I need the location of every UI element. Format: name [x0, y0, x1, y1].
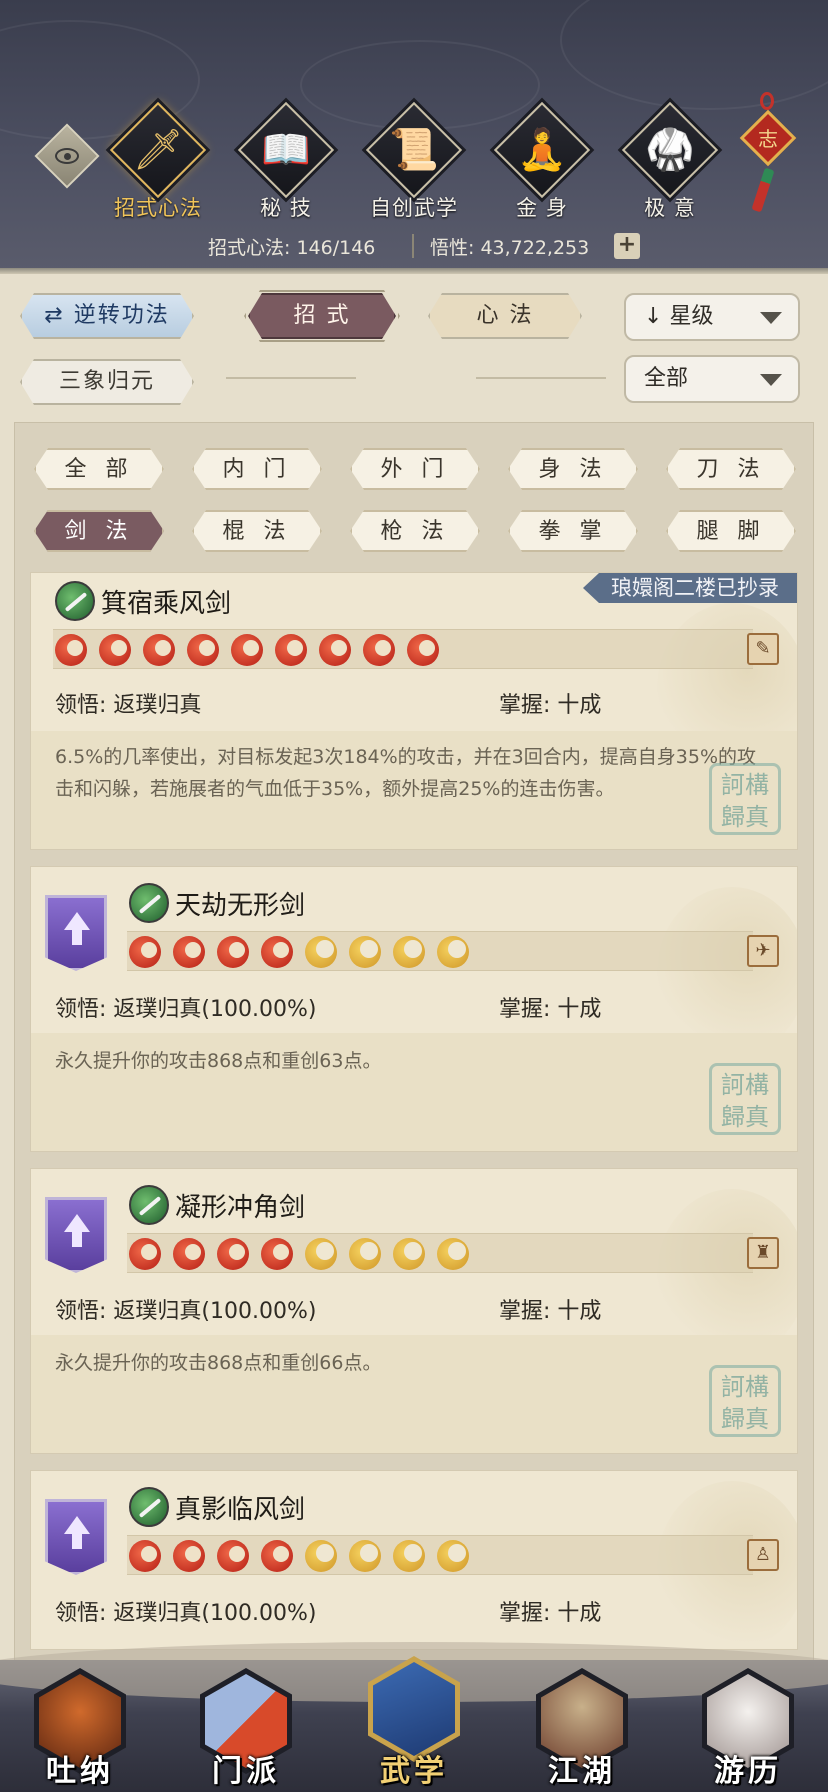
insight-level: 领悟: 返璞归真(100.00%)	[55, 1601, 317, 1626]
mastery-level: 掌握: 十成	[499, 1601, 602, 1626]
mastery-level: 掌握: 十成	[499, 1299, 602, 1324]
flower-decoration	[657, 1189, 797, 1359]
charm-char: 志	[758, 127, 778, 151]
nav-tab-label: 招式心法	[114, 196, 202, 220]
category-outer[interactable]: 外 门	[350, 448, 480, 490]
reverse-skill-label: 逆转功法	[73, 303, 170, 328]
flower-decoration	[657, 887, 797, 1057]
nav-tab-label: 自创武学	[370, 196, 458, 220]
seal-stamp: 訶構 歸真	[709, 1365, 781, 1437]
bottom-tab-travel[interactable]: 游历	[688, 1668, 808, 1792]
nav-tab-self-created[interactable]: 📜 自创武学	[362, 101, 463, 220]
top-header: 🗡 招式心法 📖 秘 技 📜 自创武学 🧘 金 身 🥋 极 意 志 招式心法: …	[0, 0, 828, 272]
upgrade-badge-icon	[45, 1197, 107, 1273]
bottom-tab-label: 武学	[380, 1754, 448, 1789]
skill-name: 箕宿乘风剑	[101, 588, 232, 619]
add-insight-button[interactable]: +	[614, 233, 640, 259]
insight-level: 领悟: 返璞归真(100.00%)	[55, 1299, 317, 1324]
insight-level: 领悟: 返璞归真	[55, 693, 202, 718]
bottom-tab-sect[interactable]: 门派	[186, 1668, 306, 1792]
sword-type-icon	[55, 581, 95, 621]
insight-value: 悟性: 43,722,253	[430, 237, 590, 259]
category-leg[interactable]: 腿 脚	[666, 510, 796, 552]
nav-tab-secret[interactable]: 📖 秘 技	[234, 101, 335, 220]
chevron-down-icon	[760, 312, 782, 324]
bottom-tab-jianghu[interactable]: 江湖	[522, 1668, 642, 1792]
brush-icon[interactable]: ✎	[747, 633, 779, 665]
book-icon: 📖	[261, 127, 311, 173]
bottom-tab-breathing[interactable]: 吐纳	[20, 1668, 140, 1792]
seal-stamp: 訶構 歸真	[709, 1063, 781, 1135]
sort-select-value: 星级	[669, 304, 714, 329]
bottom-tab-label: 江湖	[548, 1754, 616, 1789]
bird-icon[interactable]: ✈	[747, 935, 779, 967]
category-all[interactable]: 全 部	[34, 448, 164, 490]
divider-left	[226, 377, 356, 379]
seal-stamp: 訶構 歸真	[709, 763, 781, 835]
scope-select-value: 全部	[644, 366, 689, 391]
upgrade-badge-icon	[45, 1499, 107, 1575]
nav-tab-ultimate[interactable]: 🥋 极 意	[618, 101, 719, 220]
category-blade[interactable]: 刀 法	[666, 448, 796, 490]
chevron-down-icon	[760, 374, 782, 386]
sword-type-icon	[129, 883, 169, 923]
nav-tab-moves-heart[interactable]: 🗡 招式心法	[106, 101, 207, 220]
mastery-level: 掌握: 十成	[499, 997, 602, 1022]
skill-description: 6.5%的几率使出，对目标发起3次184%的攻击，并在3回合内，提高自身35%的…	[55, 746, 756, 800]
nav-tab-golden-body[interactable]: 🧘 金 身	[490, 101, 591, 220]
divider-right	[476, 377, 606, 379]
skill-name: 凝形冲角剑	[175, 1192, 306, 1223]
skill-description: 永久提升你的攻击868点和重创66点。	[55, 1352, 382, 1374]
meditate-icon: 🧘	[517, 127, 567, 173]
bottom-tab-label: 游历	[714, 1754, 782, 1789]
sort-arrow-icon: ↓	[644, 304, 663, 329]
star-bar	[127, 931, 753, 971]
scroll-icon: 📜	[389, 127, 439, 173]
eye-icon	[55, 148, 79, 164]
star-bar	[127, 1233, 753, 1273]
scope-select[interactable]: 全部	[624, 355, 800, 403]
star-bar	[127, 1535, 753, 1575]
sword-icon: 🗡	[132, 127, 184, 173]
moves-count: 招式心法: 146/146	[208, 237, 376, 259]
star-bar	[53, 629, 753, 669]
skill-card[interactable]: 真影临风剑 ♙ 领悟: 返璞归真(100.00%) 掌握: 十成	[30, 1470, 798, 1650]
category-staff[interactable]: 棍 法	[192, 510, 322, 552]
nav-tab-label: 秘 技	[260, 196, 312, 220]
nav-tab-label: 极 意	[644, 196, 696, 220]
tab-moves[interactable]: 招 式	[248, 293, 396, 339]
three-elements-button[interactable]: 三象归元	[20, 359, 194, 405]
skill-card[interactable]: 琅嬛阁二楼已抄录 箕宿乘风剑 ✎ 领悟: 返璞归真 掌握: 十成 6.5%的几率…	[30, 572, 798, 850]
category-movement[interactable]: 身 法	[508, 448, 638, 490]
bottom-tab-label: 门派	[212, 1754, 280, 1789]
lantern-icon[interactable]: ♜	[747, 1237, 779, 1269]
skill-name: 天劫无形剑	[175, 890, 306, 921]
category-inner[interactable]: 内 门	[192, 448, 322, 490]
sort-select[interactable]: ↓ 星级	[624, 293, 800, 341]
stats-row: 招式心法: 146/146 悟性: 43,722,253 +	[0, 231, 828, 261]
tab-heart-method[interactable]: 心 法	[428, 293, 582, 339]
sword-type-icon	[129, 1487, 169, 1527]
skill-card[interactable]: 天劫无形剑 ✈ 领悟: 返璞归真(100.00%) 掌握: 十成 永久提升你的攻…	[30, 866, 798, 1152]
sword-type-icon	[129, 1185, 169, 1225]
copied-ribbon: 琅嬛阁二楼已抄录	[583, 573, 797, 603]
martial-pose-icon: 🥋	[645, 127, 695, 173]
tassel-decoration	[751, 167, 775, 213]
bottom-tab-martial-arts[interactable]: 武学	[354, 1656, 474, 1789]
nav-tab-label: 金 身	[516, 196, 568, 220]
swap-icon: ⇄	[44, 303, 74, 328]
skill-description: 永久提升你的攻击868点和重创63点。	[55, 1050, 382, 1072]
category-fist[interactable]: 拳 掌	[508, 510, 638, 552]
reverse-skill-button[interactable]: ⇄ 逆转功法	[20, 293, 194, 339]
skill-name: 真影临风剑	[175, 1494, 306, 1525]
mastery-level: 掌握: 十成	[499, 693, 602, 718]
category-sword[interactable]: 剑 法	[34, 510, 164, 552]
bottom-tab-label: 吐纳	[46, 1754, 114, 1789]
figure-icon[interactable]: ♙	[747, 1539, 779, 1571]
skill-card[interactable]: 凝形冲角剑 ♜ 领悟: 返璞归真(100.00%) 掌握: 十成 永久提升你的攻…	[30, 1168, 798, 1454]
upgrade-badge-icon	[45, 895, 107, 971]
charm-button[interactable]: 志	[738, 92, 798, 218]
insight-level: 领悟: 返璞归真(100.00%)	[55, 997, 317, 1022]
category-spear[interactable]: 枪 法	[350, 510, 480, 552]
